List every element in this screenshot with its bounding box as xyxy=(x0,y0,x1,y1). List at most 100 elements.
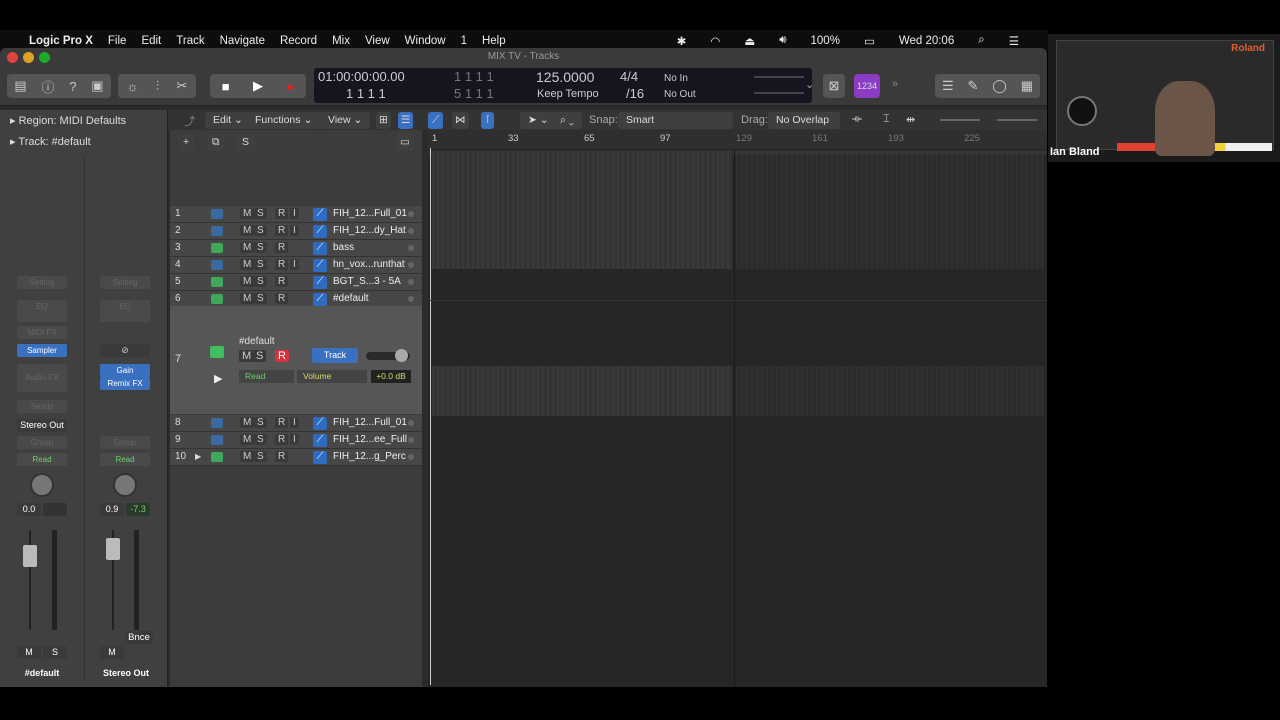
stop-button[interactable]: ■ xyxy=(222,79,230,94)
menu-record[interactable]: Record xyxy=(280,35,317,47)
vertical-fit-icon[interactable]: ⌶ xyxy=(883,113,890,126)
menu-1[interactable]: 1 xyxy=(461,35,467,47)
track-row[interactable]: 2 M S R I ⟋ FIH_12...dy_Hat xyxy=(170,223,422,240)
track-inspector[interactable]: ▸ Track: #default xyxy=(10,135,91,148)
mute-button[interactable]: M xyxy=(240,208,255,219)
smart-controls-icon[interactable]: ☼ xyxy=(127,79,139,94)
regions-block[interactable] xyxy=(432,366,732,416)
mute-button[interactable]: M xyxy=(240,434,255,445)
mute-button[interactable]: M xyxy=(240,242,255,253)
menu-edit[interactable]: Edit xyxy=(141,35,161,47)
automation-mode[interactable]: Read xyxy=(17,453,67,466)
play-button[interactable]: ▶ xyxy=(253,78,263,94)
spotlight-icon[interactable]: ⌕ xyxy=(978,34,984,47)
record-enable-button[interactable]: R xyxy=(275,451,289,462)
automation-value[interactable]: +0.0 dB xyxy=(371,370,411,383)
eq-display[interactable]: EQ xyxy=(100,300,150,322)
zoom-button[interactable] xyxy=(39,52,50,63)
solo-button[interactable]: S xyxy=(254,417,267,428)
solo-button[interactable]: S xyxy=(254,208,267,219)
view-menu[interactable]: View ⌄ xyxy=(320,112,371,129)
lcd-chevron-icon[interactable]: ⌄ xyxy=(805,78,814,91)
snap-select[interactable]: Smart xyxy=(618,112,733,129)
catch-icon[interactable]: ⤴ xyxy=(184,113,195,129)
toolbar-icon[interactable]: ▣ xyxy=(91,78,103,94)
global-tracks-icon[interactable]: ▭ xyxy=(396,134,414,151)
automation-parameter-select[interactable]: Volume xyxy=(297,370,367,383)
track-name[interactable]: hn_vox...runthat xyxy=(333,259,405,270)
selected-track-row[interactable]: 7 ▶ #default M S R Track Read Volume +0.… xyxy=(170,306,422,414)
count-in-button[interactable]: 1234 xyxy=(854,74,880,98)
replace-button[interactable]: ⊠ xyxy=(823,74,845,98)
pan-knob[interactable] xyxy=(113,473,137,497)
mute-button[interactable]: M xyxy=(17,646,41,659)
eject-icon[interactable]: ⏏ xyxy=(744,34,755,48)
record-enable-button[interactable]: R xyxy=(275,434,289,445)
record-enable-button[interactable]: R xyxy=(275,276,289,287)
instrument-slot[interactable]: Sampler xyxy=(17,344,67,357)
division[interactable]: /16 xyxy=(626,86,644,102)
record-enable-button[interactable]: R xyxy=(275,225,289,236)
menu-window[interactable]: Window xyxy=(405,35,446,47)
fx-slot-remix[interactable]: Remix FX xyxy=(100,377,150,390)
mixer-icon[interactable]: ⫶ xyxy=(156,78,159,94)
add-track-button[interactable]: + xyxy=(178,134,195,151)
list-editors-icon[interactable]: ☰ xyxy=(942,78,954,94)
automation-icon[interactable]: ⟋ xyxy=(313,208,327,221)
menu-file[interactable]: File xyxy=(108,35,127,47)
mute-button[interactable]: M xyxy=(240,417,255,428)
edit-menu[interactable]: Edit ⌄ xyxy=(205,112,251,129)
track-name[interactable]: bass xyxy=(333,242,354,253)
track-name[interactable]: BGT_S...3 - 5A xyxy=(333,276,401,287)
solo-button[interactable]: S xyxy=(254,242,267,253)
notepad-icon[interactable]: ✎ xyxy=(967,78,978,94)
time-signature[interactable]: 4/4 xyxy=(620,69,638,85)
solo-button[interactable]: S xyxy=(254,259,267,270)
input-monitor-button[interactable]: I xyxy=(290,417,299,428)
more-icon[interactable]: » xyxy=(892,78,898,90)
record-enable-button[interactable]: R xyxy=(275,293,289,304)
automation-icon[interactable]: ⟋ xyxy=(428,112,444,129)
solo-button[interactable]: S xyxy=(254,225,267,236)
input-monitor-button[interactable]: I xyxy=(290,259,299,270)
functions-menu[interactable]: Functions ⌄ xyxy=(247,112,321,129)
solo-button[interactable]: S xyxy=(254,293,267,304)
track-row[interactable]: 5 M S R ⟋ BGT_S...3 - 5A xyxy=(170,274,422,291)
ruler[interactable]: 1 33 65 97 129 161 193 225 xyxy=(428,130,1047,150)
automation-icon[interactable]: ⟋ xyxy=(313,276,327,289)
record-button[interactable]: ● xyxy=(286,79,294,94)
volume-fader[interactable] xyxy=(23,545,37,567)
zoom-tool[interactable]: ⌕ ⌄ xyxy=(552,112,582,129)
regions-block[interactable] xyxy=(432,151,732,269)
tempo[interactable]: 125.0000 xyxy=(536,69,594,85)
input-monitor-button[interactable]: I xyxy=(290,208,299,219)
automation-icon[interactable]: ⟋ xyxy=(313,417,327,430)
list-view-icon[interactable]: ☰ xyxy=(398,112,414,129)
solo-button[interactable]: S xyxy=(43,646,67,659)
close-button[interactable] xyxy=(7,52,18,63)
record-enable-button[interactable]: R xyxy=(275,208,289,219)
menu-track[interactable]: Track xyxy=(176,35,204,47)
notification-icon[interactable]: ☰ xyxy=(1009,34,1019,48)
inspector-icon[interactable]: ⓘ xyxy=(41,77,54,96)
mute-button[interactable]: M xyxy=(239,350,255,362)
bluetooth-icon[interactable]: ✱ xyxy=(677,34,687,48)
record-enable-button[interactable]: R xyxy=(275,417,289,428)
track-row[interactable]: 4 M S R I ⟋ hn_vox...runthat xyxy=(170,257,422,274)
volume-slider[interactable] xyxy=(366,349,410,362)
menu-navigate[interactable]: Navigate xyxy=(220,35,265,47)
track-name[interactable]: FIH_12...Full_01 xyxy=(333,208,407,219)
automation-icon[interactable]: ⟋ xyxy=(313,451,327,464)
loop-browser-icon[interactable]: ◯ xyxy=(992,78,1007,94)
playhead[interactable] xyxy=(430,148,431,685)
eq-display[interactable]: EQ xyxy=(17,300,67,322)
drag-select[interactable]: No Overlap xyxy=(768,112,840,129)
track-row[interactable]: 9 M S R I ⟋ FIH_12...ee_Full xyxy=(170,432,422,449)
output-slot[interactable]: Stereo Out xyxy=(17,419,67,432)
vertical-zoom-slider[interactable] xyxy=(940,119,980,121)
mute-button[interactable]: M xyxy=(240,259,255,270)
mute-button[interactable]: M xyxy=(100,646,124,659)
fx-slot-gain[interactable]: Gain xyxy=(100,364,150,377)
input-monitor-button[interactable]: I xyxy=(290,225,299,236)
clock[interactable]: Wed 20:06 xyxy=(899,35,954,47)
